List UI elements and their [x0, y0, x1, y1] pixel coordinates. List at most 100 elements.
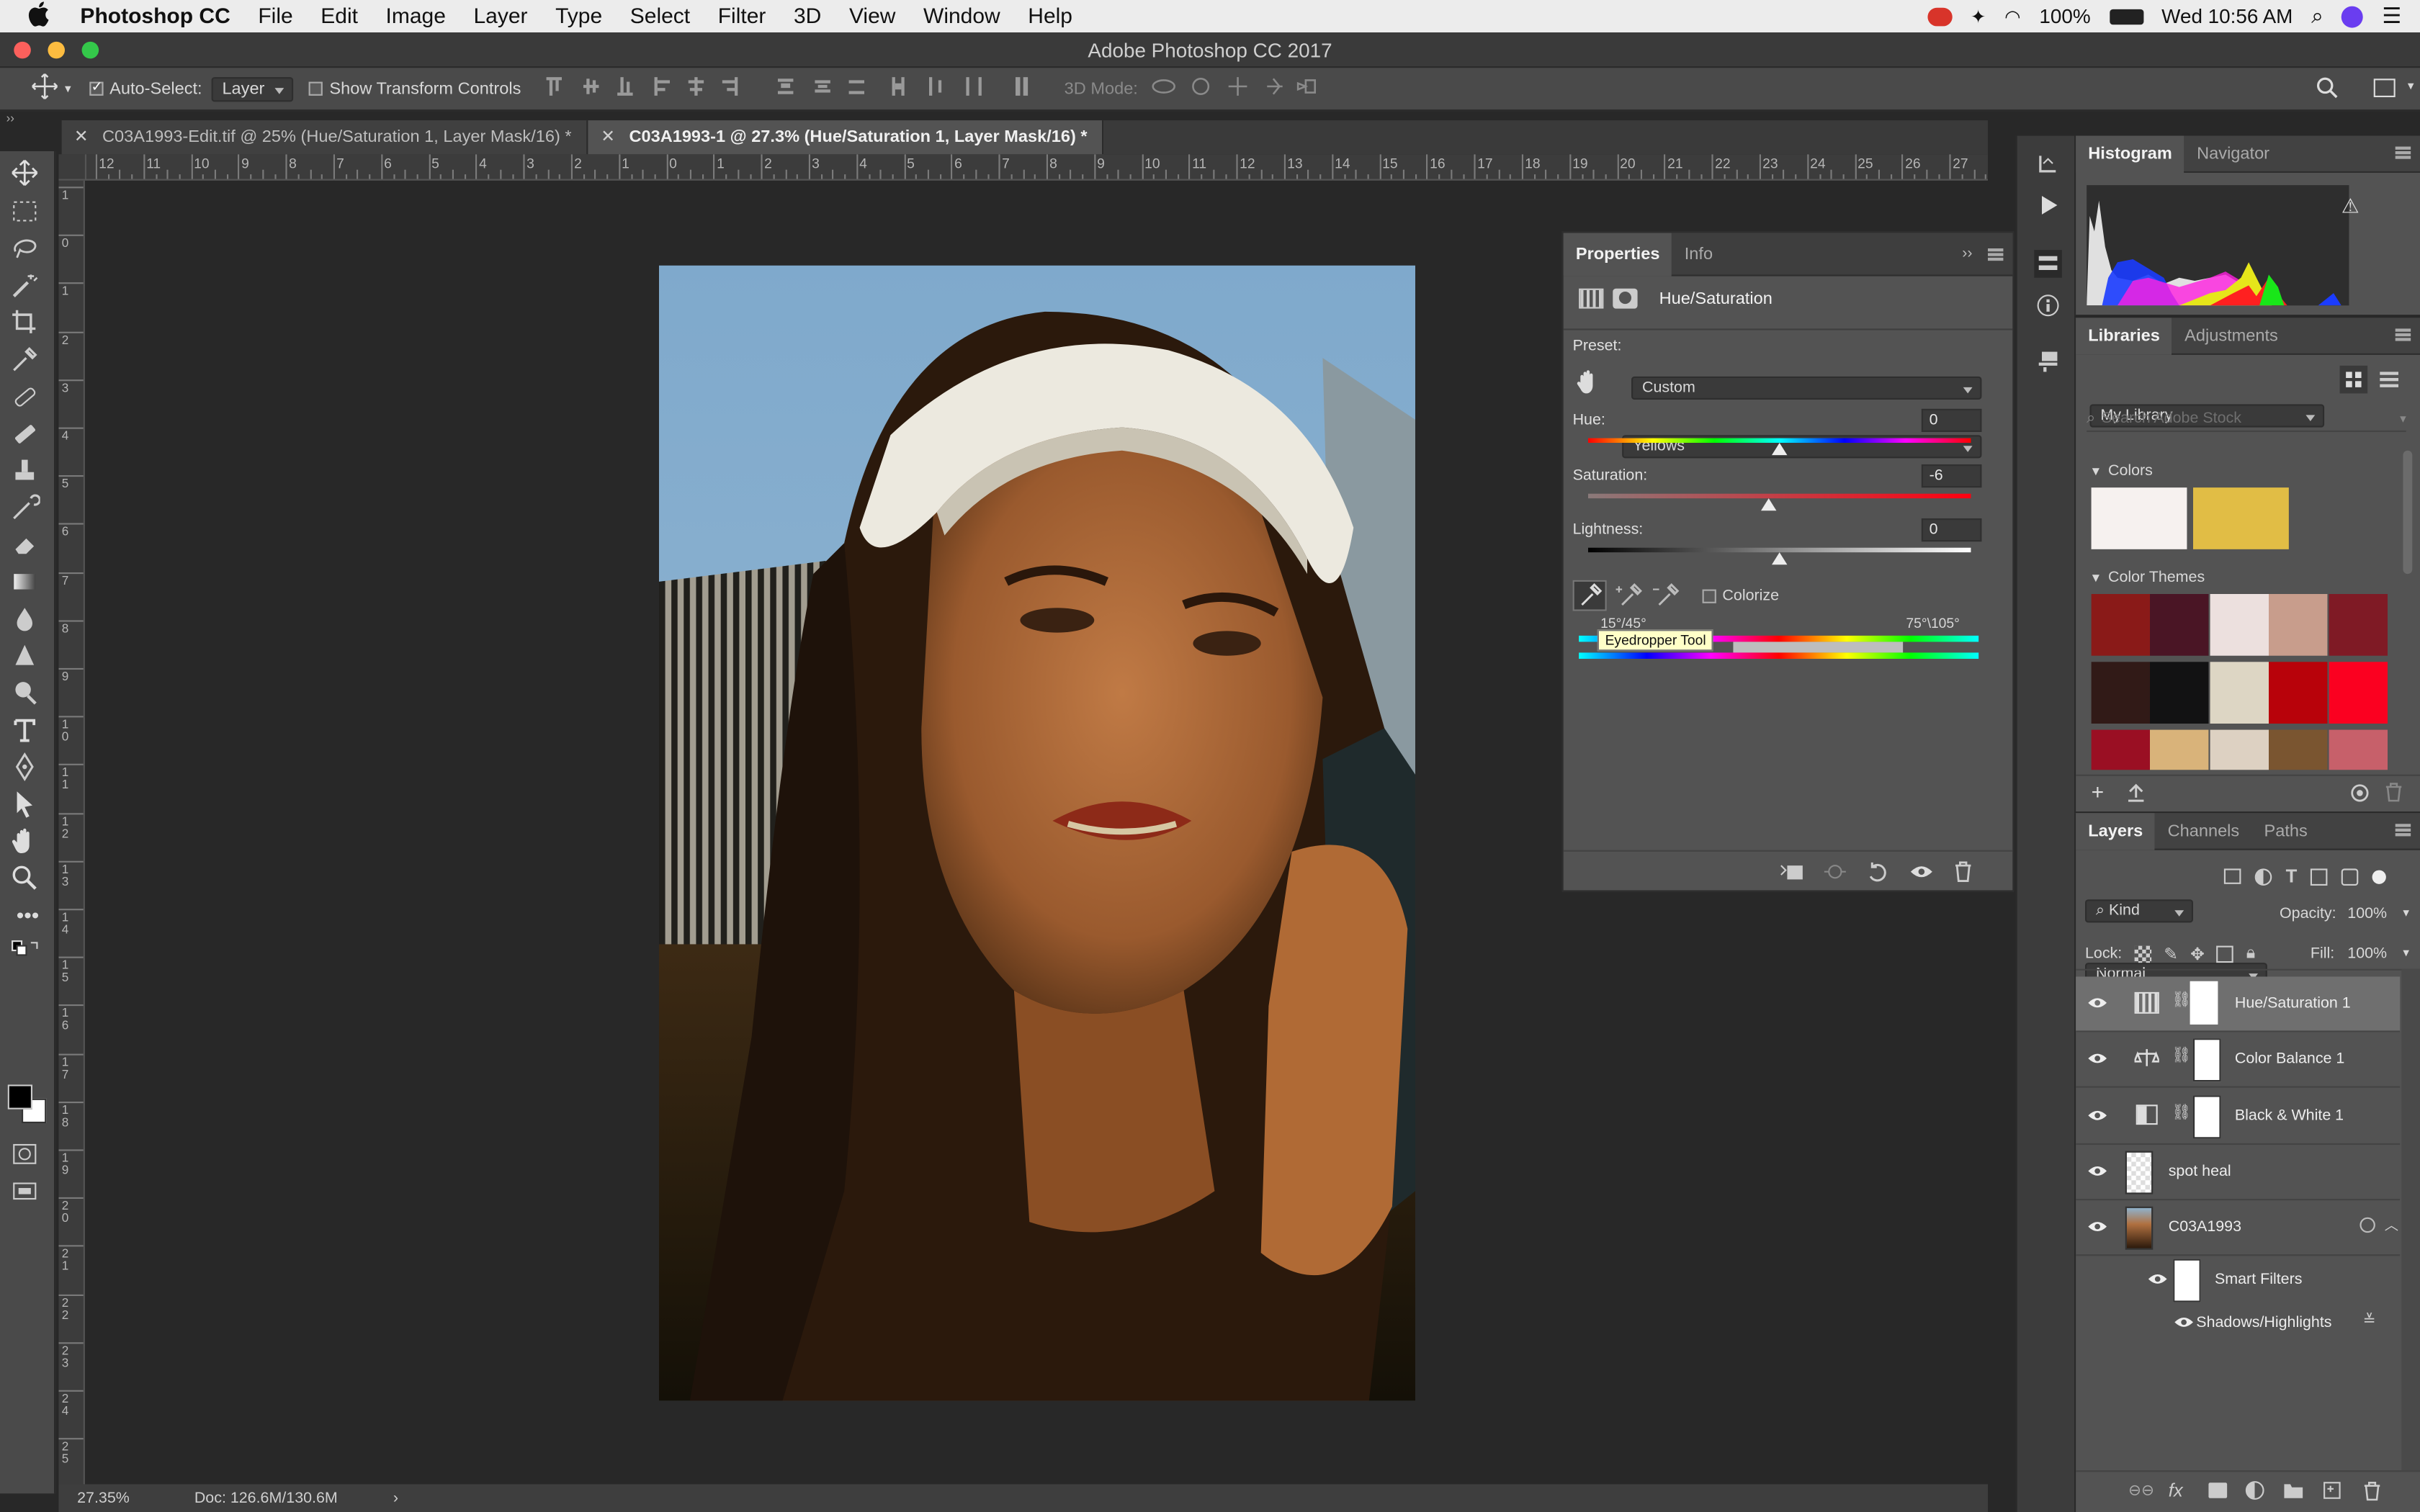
- color-theme-swatch[interactable]: [2150, 729, 2210, 770]
- lightness-input[interactable]: 0: [1921, 518, 1982, 542]
- align-distribute-icons[interactable]: [542, 74, 1052, 104]
- adjustment-layer-icon[interactable]: [1579, 288, 1604, 309]
- zoom-level[interactable]: 27.35%: [77, 1490, 130, 1507]
- layer-row[interactable]: C03A1993 ︿: [2076, 1200, 2401, 1256]
- colorize-checkbox[interactable]: Colorize: [1702, 588, 1779, 605]
- panel-menu-icon[interactable]: [2395, 328, 2411, 341]
- color-theme-swatch[interactable]: [2269, 662, 2328, 724]
- color-theme-swatch[interactable]: [2269, 594, 2328, 656]
- collapse-left-icon[interactable]: ››: [0, 111, 62, 125]
- hue-slider-thumb[interactable]: [1772, 443, 1788, 456]
- path-selection-tool-icon[interactable]: [9, 788, 46, 819]
- shape-filter-icon[interactable]: [2311, 868, 2329, 885]
- history-icon[interactable]: [2035, 151, 2060, 181]
- grid-view-icon[interactable]: [2339, 365, 2368, 394]
- layer-comps-icon[interactable]: [2035, 348, 2060, 378]
- screen-mode-icon[interactable]: [9, 1176, 46, 1207]
- lasso-tool-icon[interactable]: [9, 233, 46, 264]
- color-theme-swatch[interactable]: [2150, 662, 2210, 724]
- color-theme-swatch[interactable]: [2091, 662, 2150, 724]
- link-chain-icon[interactable]: ⛓︎: [2172, 1048, 2191, 1065]
- visibility-eye-icon[interactable]: [2088, 1108, 2107, 1127]
- close-tab-icon[interactable]: ✕: [601, 128, 615, 147]
- smart-filter-item[interactable]: Shadows/Highlights ≚: [2076, 1308, 2400, 1339]
- color-theme-swatch[interactable]: [2328, 594, 2388, 656]
- lightness-slider-thumb[interactable]: [1772, 552, 1788, 565]
- minimize-window-icon[interactable]: [48, 41, 66, 59]
- show-transform-checkbox[interactable]: Show Transform Controls: [309, 79, 521, 98]
- color-theme-swatch[interactable]: [2150, 594, 2210, 656]
- colors-section-header[interactable]: ▼ Colors: [2089, 463, 2152, 480]
- new-group-folder-icon[interactable]: [2282, 1481, 2304, 1504]
- color-theme-swatch[interactable]: [2269, 729, 2328, 770]
- tab-adjustments[interactable]: Adjustments: [2172, 317, 2290, 354]
- chevron-down-icon[interactable]: ▾: [2408, 78, 2414, 92]
- adjustment-filter-icon[interactable]: [2254, 868, 2272, 885]
- notification-center-icon[interactable]: ☰: [2382, 3, 2401, 29]
- color-theme-swatch[interactable]: [2210, 662, 2269, 724]
- dropbox-icon[interactable]: ✦: [1971, 6, 1986, 27]
- menu-window[interactable]: Window: [910, 0, 1014, 32]
- menu-3d[interactable]: 3D: [780, 0, 835, 32]
- checkbox-box[interactable]: [89, 78, 104, 96]
- layer-thumbnail[interactable]: [2125, 1206, 2154, 1250]
- layer-row[interactable]: ⛓︎ Black & White 1: [2076, 1089, 2401, 1145]
- eraser-tool-icon[interactable]: [9, 529, 46, 560]
- checkbox-box[interactable]: [309, 81, 323, 96]
- chevron-down-icon[interactable]: ▾: [65, 82, 71, 96]
- close-window-icon[interactable]: [14, 41, 31, 59]
- upload-icon[interactable]: [2125, 782, 2147, 808]
- layer-filter-dropdown[interactable]: ⌕ Kind: [2085, 899, 2193, 923]
- clip-to-layer-icon[interactable]: [1780, 861, 1804, 887]
- properties-adjust-icon[interactable]: [2034, 250, 2062, 278]
- chevron-up-icon[interactable]: ︿: [2385, 1214, 2398, 1234]
- auto-select-checkbox[interactable]: Auto-Select:: [89, 78, 202, 98]
- layer-row[interactable]: spot heal: [2076, 1145, 2401, 1201]
- delete-trash-icon[interactable]: [2385, 782, 2403, 806]
- link-chain-icon[interactable]: ⛓︎: [2172, 1104, 2191, 1122]
- visibility-eye-icon[interactable]: [2088, 1219, 2107, 1238]
- layer-name[interactable]: Color Balance 1: [2235, 1050, 2344, 1068]
- layer-mask-thumbnail[interactable]: [2190, 981, 2218, 1025]
- new-adjustment-layer-icon[interactable]: [2245, 1481, 2264, 1500]
- color-theme-swatch[interactable]: [2328, 662, 2388, 724]
- info-icon[interactable]: [2035, 293, 2060, 323]
- brush-tool-icon[interactable]: [9, 418, 46, 449]
- crop-tool-icon[interactable]: [9, 307, 46, 338]
- fill-value[interactable]: 100%: [2347, 946, 2387, 963]
- mask-icon[interactable]: [1613, 288, 1638, 309]
- zoom-tool-icon[interactable]: [9, 863, 46, 894]
- lock-pixels-icon[interactable]: ✎: [2164, 944, 2178, 965]
- workspace-icon[interactable]: [2373, 78, 2396, 97]
- layers-scrollbar[interactable]: [2401, 968, 2420, 1471]
- auto-select-dropdown[interactable]: Layer: [211, 76, 295, 102]
- lock-transparency-icon[interactable]: [2134, 945, 2152, 963]
- visibility-eye-icon[interactable]: [2148, 1272, 2167, 1290]
- targeted-adjustment-hand-icon[interactable]: [1573, 367, 1601, 400]
- eyedropper-tool-icon[interactable]: [1572, 580, 1607, 611]
- lock-all-icon[interactable]: 🔒︎: [2246, 944, 2256, 964]
- panel-menu-icon[interactable]: [2395, 824, 2411, 837]
- more-tools-icon[interactable]: •••: [9, 903, 46, 934]
- color-theme-swatch[interactable]: [2091, 594, 2150, 656]
- layer-name[interactable]: Hue/Saturation 1: [2235, 995, 2351, 1012]
- menu-edit[interactable]: Edit: [307, 0, 372, 32]
- saturation-input[interactable]: -6: [1921, 464, 1982, 488]
- eyedropper-tool-icon[interactable]: [9, 344, 46, 375]
- add-mask-icon[interactable]: [2208, 1482, 2228, 1498]
- layer-thumbnail[interactable]: [2125, 1151, 2154, 1194]
- chevron-down-icon[interactable]: ▾: [2403, 906, 2409, 919]
- smart-object-filter-icon[interactable]: [2341, 868, 2360, 885]
- dodge-tool-icon[interactable]: [9, 678, 46, 708]
- status-menu-chevron-icon[interactable]: ›: [393, 1490, 398, 1507]
- tab-paths[interactable]: Paths: [2251, 812, 2320, 849]
- menu-view[interactable]: View: [835, 0, 910, 32]
- fx-icon[interactable]: fx: [2169, 1480, 2183, 1501]
- siri-icon[interactable]: [2341, 5, 2364, 27]
- visibility-eye-icon[interactable]: [2174, 1315, 2193, 1333]
- menu-help[interactable]: Help: [1014, 0, 1086, 32]
- type-tool-icon[interactable]: [9, 714, 46, 745]
- wifi-icon[interactable]: ◠: [2004, 6, 2020, 27]
- new-layer-icon[interactable]: [2323, 1481, 2341, 1504]
- view-previous-state-icon[interactable]: [1823, 861, 1847, 887]
